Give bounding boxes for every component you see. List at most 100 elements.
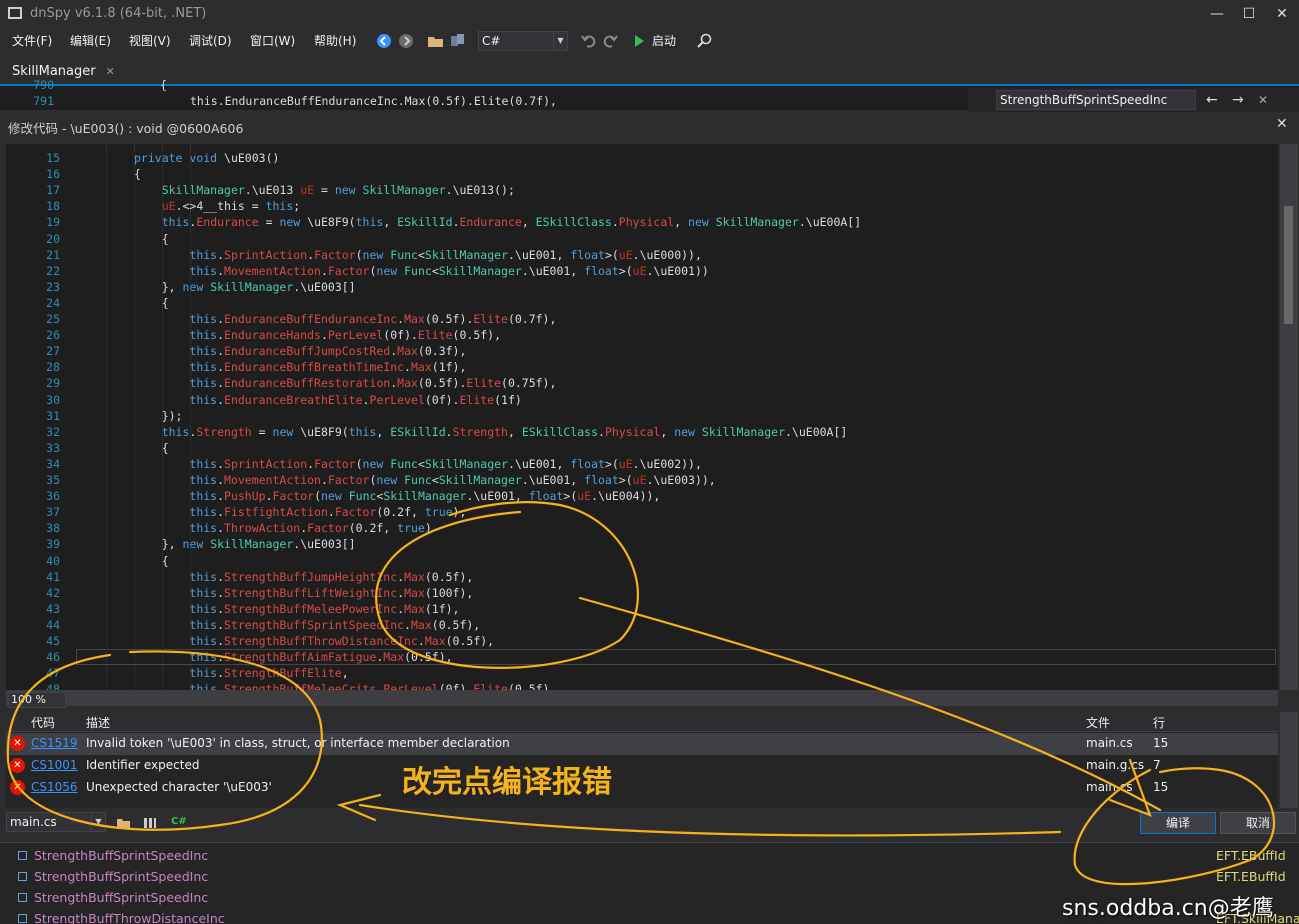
line-number: 31	[46, 408, 60, 423]
line-number: 43	[46, 601, 60, 616]
error-list-scrollbar[interactable]	[1280, 712, 1298, 808]
code-line: 23 }, new SkillManager.\uE003[]	[6, 279, 1278, 295]
code-text: this.EnduranceBuffRestoration.Max(0.5f).…	[189, 376, 557, 391]
result-type: EFT.EBuffId	[1216, 869, 1286, 884]
code-line: 28 this.EnduranceBuffBreathTimeInc.Max(1…	[6, 359, 1278, 375]
dialog-close-button[interactable]: ✕	[1276, 116, 1288, 132]
error-code-link[interactable]: CS1056	[31, 780, 78, 794]
menu-edit[interactable]: 编辑(E)	[70, 32, 111, 49]
code-line: 35 this.MovementAction.Factor(new Func<S…	[6, 472, 1278, 488]
line-number: 46	[46, 650, 60, 665]
error-code-link[interactable]: CS1001	[31, 758, 78, 772]
error-description: Invalid token '\uE003' in class, struct,…	[86, 736, 510, 750]
code-text: this.FistfightAction.Factor(0.2f, true),	[189, 505, 467, 520]
column-code[interactable]: 代码	[31, 714, 55, 731]
undo-icon[interactable]	[580, 32, 598, 50]
error-row[interactable]: ✕ CS1519 Invalid token '\uE003' in class, …	[6, 733, 1278, 755]
result-name: StrengthBuffThrowDistanceInc	[34, 911, 225, 924]
code-line: 15 private void \uE003()	[6, 150, 1278, 166]
menu-window[interactable]: 窗口(W)	[250, 32, 295, 49]
line-number: 48	[46, 682, 60, 690]
error-file: main.cs	[1086, 736, 1133, 750]
cancel-button[interactable]: 取消	[1220, 812, 1296, 834]
line-number: 39	[46, 537, 60, 552]
open-folder-icon[interactable]	[427, 32, 445, 50]
code-line: 34 this.SprintAction.Factor(new Func<Ski…	[6, 456, 1278, 472]
redo-icon[interactable]	[601, 32, 619, 50]
search-icon[interactable]	[696, 32, 714, 50]
open-folder-icon[interactable]	[116, 815, 132, 831]
line-number: 28	[46, 360, 60, 375]
scrollbar-thumb[interactable]	[1284, 206, 1293, 324]
error-line: 15	[1153, 780, 1169, 794]
close-button[interactable]: ✕	[1265, 2, 1299, 26]
editor-horizontal-scrollbar[interactable]	[6, 690, 1278, 706]
menu-file[interactable]: 文件(F)	[12, 32, 52, 49]
language-select[interactable]: C# ▼	[478, 31, 568, 51]
code-text: private void \uE003()	[134, 151, 280, 165]
line-number: 32	[46, 424, 60, 439]
open-list-icon[interactable]	[449, 32, 467, 50]
editor-vertical-scrollbar[interactable]	[1280, 144, 1298, 690]
error-icon: ✕	[10, 736, 25, 751]
code-line: 41 this.StrengthBuffJumpHeightInc.Max(0.…	[6, 569, 1278, 585]
error-file: main.cs	[1086, 780, 1133, 794]
menu-debug[interactable]: 调试(D)	[189, 32, 232, 49]
window-title: dnSpy v6.1.8 (64-bit, .NET)	[30, 6, 207, 21]
line-number: 26	[46, 328, 60, 343]
code-text: {	[134, 231, 169, 246]
file-select[interactable]: main.cs ▼	[6, 812, 106, 832]
line-number: 47	[46, 666, 60, 681]
maximize-button[interactable]: ☐	[1232, 2, 1266, 26]
find-next-icon[interactable]: →	[1232, 92, 1244, 108]
compile-button[interactable]: 编译	[1140, 812, 1216, 834]
line-number: 38	[46, 521, 60, 536]
error-row[interactable]: ✕ CS1001 Identifier expected main.g.cs 7	[6, 755, 1278, 777]
menu-view[interactable]: 视图(V)	[129, 32, 171, 49]
code-line: 48 this.StrengthBuffMeleeCrits.PerLevel(…	[6, 681, 1278, 690]
error-description: Unexpected character '\uE003'	[86, 780, 272, 794]
find-close-icon[interactable]: ✕	[1258, 93, 1268, 107]
line-number: 36	[46, 489, 60, 504]
csharp-icon[interactable]: C#	[171, 816, 187, 827]
zoom-select[interactable]: 100 %	[8, 692, 66, 708]
code-text: {	[134, 295, 169, 310]
find-prev-icon[interactable]: ←	[1206, 92, 1218, 108]
code-text: this.StrengthBuffJumpHeightInc.Max(0.5f)…	[189, 569, 474, 584]
minimize-button[interactable]: —	[1200, 2, 1234, 26]
code-line: 21 this.SprintAction.Factor(new Func<Ski…	[6, 247, 1278, 263]
error-row[interactable]: ✕ CS1056 Unexpected character '\uE003' main…	[6, 777, 1278, 799]
code-text: this.StrengthBuffMeleePowerInc.Max(1f),	[189, 601, 460, 616]
start-button[interactable]: 启动	[652, 32, 676, 49]
line-number: 17	[46, 183, 60, 198]
code-line: 44 this.StrengthBuffSprintSpeedInc.Max(0…	[6, 617, 1278, 633]
code-editor[interactable]: 15 private void \uE003() 16 {17 SkillManage…	[6, 144, 1278, 690]
column-file[interactable]: 文件	[1086, 714, 1110, 731]
code-line: 37 this.FistfightAction.Factor(0.2f, tru…	[6, 504, 1278, 520]
play-icon[interactable]	[630, 32, 648, 50]
back-icon[interactable]	[375, 32, 393, 50]
line-number: 22	[46, 263, 60, 278]
error-code-link[interactable]: CS1519	[31, 736, 78, 750]
column-description[interactable]: 描述	[86, 714, 110, 731]
code-text: this.EnduranceBuffEnduranceInc.Max(0.5f)…	[190, 94, 557, 108]
code-line: 46 this.StrengthBuffAimFatigue.Max(0.5f)…	[6, 649, 1278, 666]
forward-icon[interactable]	[397, 32, 415, 50]
code-text: });	[134, 408, 183, 423]
search-result-row[interactable]: StrengthBuffSprintSpeedInc EFT.EBuffId	[16, 846, 1286, 867]
code-text: SkillManager.\uE013 uE = new SkillManage…	[161, 183, 515, 198]
assembly-references-icon[interactable]	[142, 815, 158, 831]
menu-help[interactable]: 帮助(H)	[314, 32, 356, 49]
current-line-highlight	[76, 649, 1276, 666]
menu-bar: 文件(F) 编辑(E) 视图(V) 调试(D) 窗口(W) 帮助(H) C# ▼ …	[0, 28, 1299, 54]
find-input[interactable]: StrengthBuffSprintSpeedInc	[996, 90, 1196, 110]
search-result-row[interactable]: StrengthBuffSprintSpeedInc EFT.EBuffId	[16, 867, 1286, 888]
title-bar: dnSpy v6.1.8 (64-bit, .NET) — ☐ ✕	[0, 0, 1299, 28]
line-number: 44	[46, 617, 60, 632]
code-text: this.StrengthBuffSprintSpeedInc.Max(0.5f…	[189, 617, 481, 632]
app-icon	[8, 7, 22, 19]
column-line[interactable]: 行	[1153, 714, 1165, 731]
code-text: this.StrengthBuffElite,	[189, 666, 349, 681]
code-line: 47 this.StrengthBuffElite,	[6, 665, 1278, 681]
code-line: 42 this.StrengthBuffLiftWeightInc.Max(10…	[6, 585, 1278, 601]
